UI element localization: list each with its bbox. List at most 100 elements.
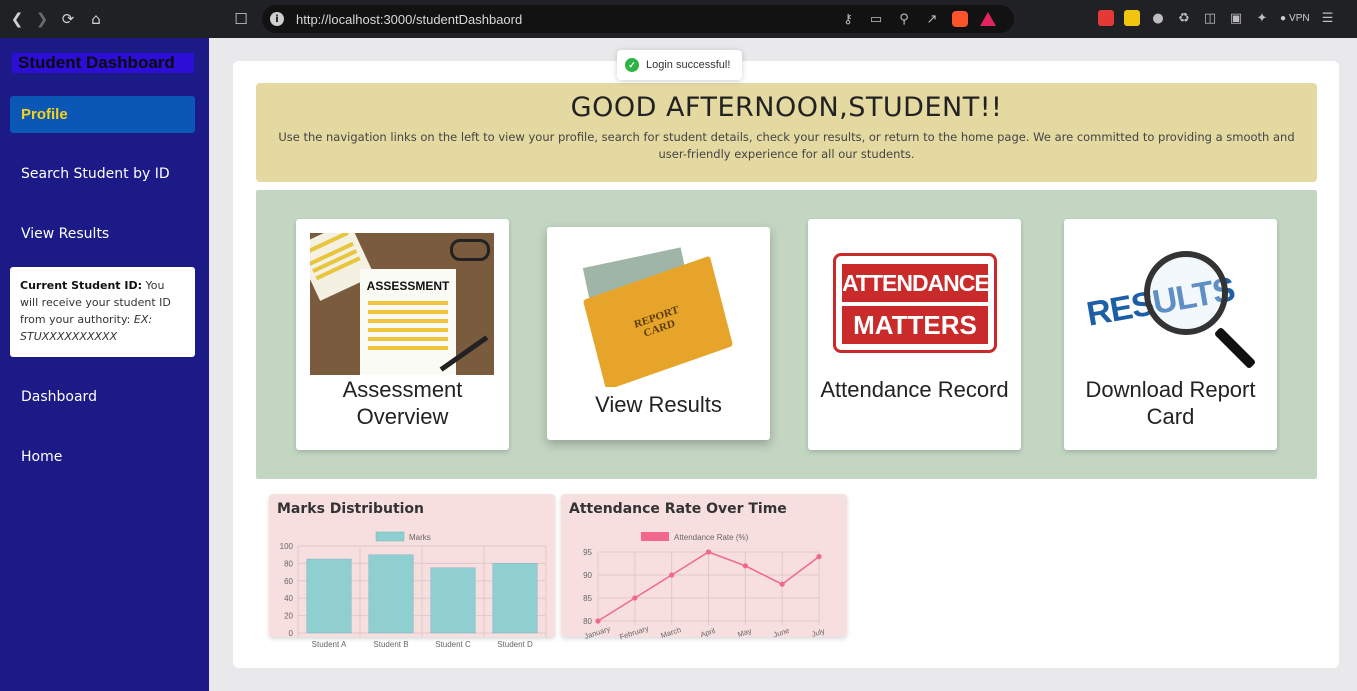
leo-ai-icon[interactable]: ✦	[1254, 10, 1270, 26]
report-card-image: REPORT CARD	[575, 239, 745, 387]
sidebar-item-profile[interactable]: Profile	[10, 96, 195, 133]
vpn-button[interactable]: ● VPN	[1280, 13, 1310, 24]
data-point	[669, 572, 675, 578]
data-point	[705, 549, 712, 555]
greeting-banner: GOOD AFTERNOON,STUDENT!! Use the navigat…	[256, 83, 1317, 182]
x-tick-label: Student D	[497, 640, 533, 649]
assessment-image: ASSESSMENT	[310, 233, 494, 375]
vpn-dot-icon: ●	[1280, 12, 1287, 24]
check-icon: ✓	[625, 58, 639, 72]
bar	[492, 563, 538, 634]
assessment-sheet: ASSESSMENT	[360, 269, 456, 375]
x-tick-label: March	[660, 625, 683, 640]
puzzle-icon[interactable]: ♻	[1176, 10, 1192, 26]
data-point	[742, 563, 748, 569]
y-tick-label: 95	[583, 548, 592, 557]
y-tick-label: 80	[284, 559, 293, 568]
view-results-card[interactable]: REPORT CARD View Results	[547, 227, 770, 440]
bar	[430, 567, 476, 634]
x-tick-label: January	[583, 624, 611, 641]
y-tick-label: 80	[583, 617, 592, 626]
marks-bar-chart-svg: Marks 0 20 40 60 80 100 Student A Student B Stude…	[280, 531, 547, 649]
sidebar-item-dashboard[interactable]: Dashboard	[21, 389, 97, 405]
attendance-stamp-line-1: ATTENDANCE	[842, 264, 990, 302]
data-point	[595, 618, 601, 624]
reload-icon[interactable]: ⟳	[55, 6, 81, 32]
extension-red-icon[interactable]	[1098, 10, 1114, 26]
x-tick-label: Student C	[435, 640, 471, 649]
attendance-rate-chart: Attendance Rate Over Time Attendance Rat…	[561, 494, 847, 642]
x-tick-label: February	[618, 624, 650, 642]
y-tick-label: 40	[284, 594, 293, 603]
x-tick-label: Student A	[312, 640, 347, 649]
y-tick-label: 0	[289, 629, 294, 638]
marks-distribution-chart: Marks Distribution Marks 0 20 40 60 80 100 Stud…	[269, 494, 555, 649]
y-tick-label: 20	[284, 612, 293, 621]
attendance-line-chart-svg: Attendance Rate (%) 80 85 90 95 January Februa…	[583, 532, 826, 642]
data-point	[816, 554, 822, 560]
y-tick-label: 90	[583, 571, 592, 580]
marks-chart-title: Marks Distribution	[277, 501, 425, 517]
zoom-icon[interactable]: ⚲	[896, 11, 912, 27]
sidebar-item-search-student[interactable]: Search Student by ID	[21, 166, 170, 182]
site-info-icon[interactable]: i	[270, 12, 284, 26]
toast-message: Login successful!	[646, 59, 731, 71]
attendance-chart-title: Attendance Rate Over Time	[569, 501, 787, 517]
back-icon[interactable]: ❮	[4, 6, 30, 32]
home-icon[interactable]: ⌂	[83, 6, 109, 32]
extension-yellow-icon[interactable]	[1124, 10, 1140, 26]
bar	[368, 554, 414, 634]
bar	[306, 558, 352, 634]
share-icon[interactable]: ↗	[924, 11, 940, 27]
vpn-label: VPN	[1289, 12, 1310, 24]
sidebar: Student Dashboard Profile Search Student…	[0, 38, 209, 691]
data-point	[632, 595, 638, 601]
y-tick-label: 85	[583, 594, 592, 603]
main-panel: GOOD AFTERNOON,STUDENT!! Use the navigat…	[233, 61, 1339, 668]
forward-icon[interactable]: ❯	[29, 6, 55, 32]
student-id-card: Current Student ID: You will receive you…	[10, 267, 195, 357]
brave-shield-icon[interactable]	[952, 11, 968, 27]
wallet-icon[interactable]: ▣	[1228, 10, 1244, 26]
x-tick-label: Student B	[373, 640, 408, 649]
y-tick-label: 60	[284, 577, 293, 586]
assessment-overview-card[interactable]: ASSESSMENT Assessment Overview	[296, 219, 509, 450]
greeting-heading: GOOD AFTERNOON,STUDENT!!	[570, 92, 1003, 123]
address-bar[interactable]: i http://localhost:3000/studentDashbaord…	[262, 5, 1014, 33]
sidebar-item-view-results[interactable]: View Results	[21, 226, 109, 242]
results-image: RESULTS	[1082, 247, 1262, 377]
download-report-card-card[interactable]: RESULTS Download Report Card	[1064, 219, 1277, 450]
sidebar-item-home[interactable]: Home	[21, 449, 62, 465]
menu-icon[interactable]: ☰	[1320, 10, 1336, 26]
x-tick-label: May	[736, 626, 752, 639]
download-report-card-label: Download Report Card	[1085, 377, 1256, 429]
brave-rewards-icon[interactable]	[980, 12, 996, 26]
legend-swatch-marks	[375, 531, 405, 542]
url-text[interactable]: http://localhost:3000/studentDashbaord	[296, 12, 522, 27]
magnifier-handle-icon	[1213, 326, 1257, 370]
attendance-record-label: Attendance Record	[820, 377, 1009, 402]
bookmark-icon[interactable]: ☐	[228, 6, 254, 32]
x-tick-label: June	[772, 626, 790, 640]
key-icon[interactable]: ⚷	[840, 11, 856, 27]
greeting-description: Use the navigation links on the left to …	[278, 130, 1295, 161]
legend-swatch-attendance	[641, 532, 669, 541]
lock-extension-icon[interactable]: ●	[1150, 10, 1166, 26]
login-toast: ✓ Login successful!	[617, 50, 742, 80]
x-tick-label: July	[810, 626, 826, 639]
student-id-label: Current Student ID:	[20, 279, 143, 292]
browser-toolbar: ❮ ❯ ⟳ ⌂ ☐ i http://localhost:3000/studen…	[0, 0, 1357, 38]
report-card-folder-text: REPORT CARD	[632, 303, 681, 340]
sidebar-title: Student Dashboard	[12, 53, 194, 73]
legend-label-attendance: Attendance Rate (%)	[674, 533, 749, 542]
sidebar-toggle-icon[interactable]: ◫	[1202, 10, 1218, 26]
cast-icon[interactable]: ▭	[868, 11, 884, 27]
cards-area: ASSESSMENT Assessment Overview REPORT CA…	[256, 190, 1317, 479]
attendance-record-card[interactable]: ATTENDANCE MATTERS Attendance Record	[808, 219, 1021, 450]
attendance-stamp-image: ATTENDANCE MATTERS	[833, 253, 997, 353]
legend-label-marks: Marks	[409, 533, 431, 542]
data-point	[779, 581, 785, 587]
view-results-label: View Results	[595, 392, 722, 417]
x-tick-label: April	[699, 626, 716, 639]
magnifier-glass-icon	[1144, 251, 1228, 335]
